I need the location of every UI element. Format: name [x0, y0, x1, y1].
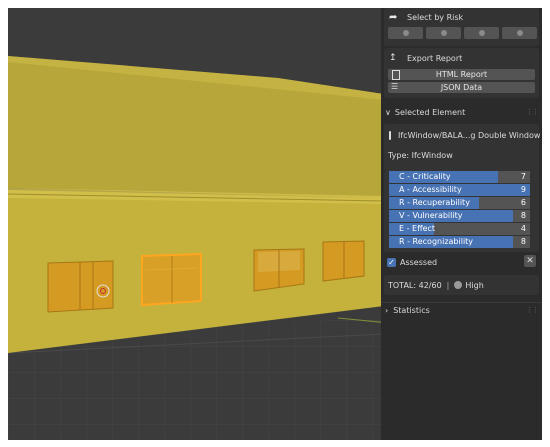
vulnerability-label: V - Vulnerability: [399, 211, 463, 220]
recuperability-value: 6: [520, 198, 526, 207]
recuperability-label: R - Recuperability: [399, 198, 470, 207]
effect-slider[interactable]: E - Effect 4: [389, 223, 530, 235]
vulnerability-slider[interactable]: V - Vulnerability 8: [389, 210, 530, 222]
total-score: TOTAL: 42/60: [388, 280, 442, 290]
statistics-header[interactable]: › Statistics ⋮⋮: [381, 302, 542, 317]
element-type: Type: IfcWindow: [388, 150, 453, 160]
risk-level-1-button[interactable]: [388, 27, 423, 39]
total-box: TOTAL: 42/60 | High: [384, 275, 539, 295]
risk-level-3-button[interactable]: [464, 27, 499, 39]
criticality-value: 7: [520, 172, 526, 181]
recognizability-label: R - Recognizability: [399, 237, 474, 246]
recognizability-value: 8: [520, 237, 526, 246]
json-data-label: JSON Data: [440, 83, 483, 92]
selected-element-header[interactable]: ∨ Selected Element ⋮⋮: [381, 105, 542, 119]
window-object-icon: [389, 130, 391, 140]
drag-grip-icon[interactable]: ⋮⋮: [526, 306, 539, 314]
radio-dot-icon: [516, 30, 523, 36]
select-by-risk-label: Select by Risk: [407, 12, 464, 22]
chevron-down-icon: ∨: [385, 107, 391, 117]
export-icon: ↥: [389, 53, 397, 63]
select-by-risk-box: ➦ Select by Risk: [384, 8, 539, 46]
cursor-arrow-icon: ➦: [389, 11, 398, 23]
window-3[interactable]: [253, 248, 305, 292]
document-icon: [392, 70, 400, 80]
criteria-box: C - Criticality 7 A - Accessibility 9 R - …: [384, 170, 539, 252]
html-report-button[interactable]: HTML Report: [388, 69, 535, 80]
text-file-icon: ☰: [391, 82, 399, 91]
separator: |: [446, 280, 450, 290]
statistics-title: Statistics: [393, 305, 430, 315]
recognizability-slider[interactable]: R - Recognizability 8: [389, 236, 530, 248]
window-2-selected[interactable]: [141, 252, 202, 307]
chevron-right-icon: ›: [385, 305, 389, 315]
criticality-slider[interactable]: C - Criticality 7: [389, 171, 530, 183]
element-name: IfcWindow/BALA...g Double Window: [398, 130, 541, 140]
window-4[interactable]: [322, 240, 365, 282]
effect-label: E - Effect: [399, 224, 436, 233]
assessed-checkbox[interactable]: ✓: [387, 257, 396, 267]
effect-value: 4: [520, 224, 526, 233]
window-1[interactable]: [47, 260, 114, 313]
assessed-row: ✓ Assessed ✕: [381, 255, 542, 269]
export-report-box: ↥ Export Report HTML Report ☰ JSON Data: [384, 48, 539, 98]
drag-grip-icon[interactable]: ⋮⋮: [526, 108, 539, 116]
bonsai-risk-panel: ➦ Select by Risk ↥ Export Report HTML Re…: [381, 8, 542, 440]
export-report-label: Export Report: [407, 53, 463, 63]
radio-dot-icon: [402, 30, 409, 36]
close-icon[interactable]: ✕: [524, 255, 536, 267]
risk-level-4-button[interactable]: [502, 27, 537, 39]
assessed-label: Assessed: [400, 257, 438, 267]
element-info-box: IfcWindow/BALA...g Double Window Type: I…: [384, 124, 541, 172]
json-data-button[interactable]: ☰ JSON Data: [388, 82, 535, 93]
vulnerability-value: 8: [520, 211, 526, 220]
accessibility-slider[interactable]: A - Accessibility 9: [389, 184, 530, 196]
selected-element-title: Selected Element: [394, 107, 466, 117]
html-report-label: HTML Report: [435, 70, 488, 79]
radio-dot-icon: [440, 30, 447, 36]
recuperability-slider[interactable]: R - Recuperability 6: [389, 197, 530, 209]
risk-dot-icon: [454, 281, 463, 289]
accessibility-label: A - Accessibility: [399, 185, 462, 194]
risk-level-label: High: [465, 280, 484, 290]
risk-level-2-button[interactable]: [426, 27, 461, 39]
criticality-label: C - Criticality: [399, 172, 451, 181]
accessibility-value: 9: [520, 185, 526, 194]
radio-dot-icon: [478, 30, 485, 36]
